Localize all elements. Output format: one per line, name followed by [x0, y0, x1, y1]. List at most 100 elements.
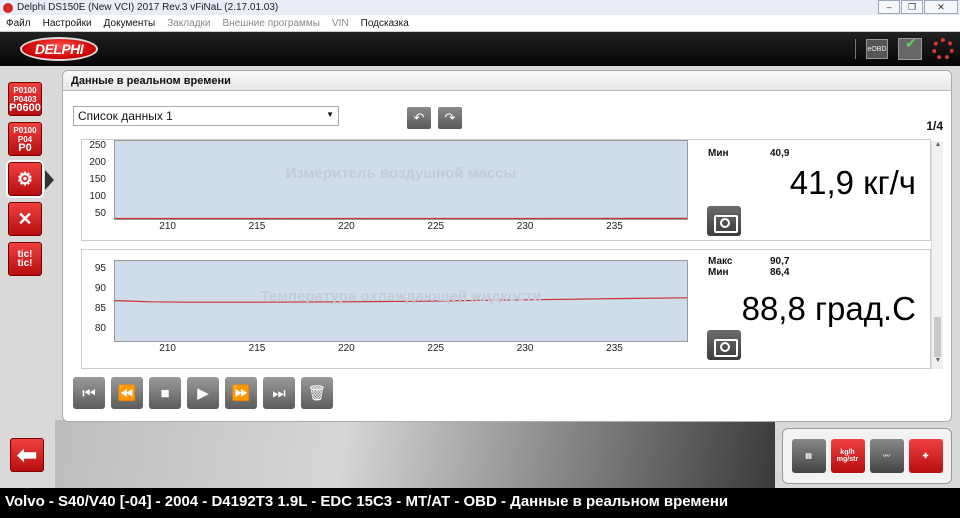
y-tick-label: 85	[94, 303, 106, 314]
gauge-stats: Макс 90,7 Мин 86,4	[708, 256, 789, 278]
tic-tic-label: tic! tic!	[17, 249, 33, 269]
graph-view-icon: 〰	[883, 453, 890, 460]
y-tick-label: 95	[94, 263, 106, 274]
skip-first-button[interactable]: ⏮	[73, 377, 105, 409]
y-tick-label: 200	[89, 156, 106, 168]
panel-tab[interactable]: Данные в реальном времени	[63, 71, 951, 91]
x-tick-label: 235	[606, 221, 623, 232]
minimize-button[interactable]: –	[878, 0, 900, 14]
page-indicator: 1/4	[926, 119, 943, 133]
delphi-logo: DELPHI	[20, 37, 98, 61]
x-tick-label: 230	[516, 343, 534, 354]
menu-help[interactable]: Подсказка	[355, 18, 415, 29]
add-data-button[interactable]: ✚	[908, 439, 943, 473]
gauge-scrollbar[interactable]: ▲ ▼	[931, 141, 943, 369]
scroll-up-icon[interactable]: ▲	[932, 141, 944, 153]
skip-last-button[interactable]: ⏭	[263, 377, 295, 409]
stop-icon: ■	[160, 384, 170, 402]
activity-spinner-icon	[932, 38, 954, 60]
eobd-icon[interactable]: eOBD	[866, 39, 888, 59]
gauge-stats: Мин 40,9	[708, 148, 789, 159]
app-header: DELPHI eOBD	[0, 32, 960, 66]
arrow-forward-icon: ↷	[444, 110, 456, 125]
computer-printer-icon: ▤	[805, 453, 812, 460]
camera-icon[interactable]	[707, 206, 741, 236]
menu-documents[interactable]: Документы	[98, 18, 162, 29]
scroll-down-icon[interactable]: ▼	[932, 357, 944, 369]
menu-bookmarks[interactable]: Закладки	[161, 18, 216, 29]
stop-button[interactable]: ■	[149, 377, 181, 409]
left-toolbar: P0100 P0403 P0600 P0100 P04 P0 ⚙ ✕ tic! …	[6, 82, 48, 282]
print-button[interactable]: ▤	[791, 439, 826, 473]
x-tick-label: 235	[606, 343, 623, 354]
realtime-data-button[interactable]: ⚙	[6, 160, 44, 198]
x-tick-label: 220	[338, 343, 355, 354]
menu-external-programs[interactable]: Внешние программы	[216, 18, 325, 29]
dtc-codes-button[interactable]: P0100 P0403 P0600	[8, 82, 42, 116]
gauge-title: Температура охлаждающей жидкости	[260, 288, 542, 305]
max-label: Макс	[708, 256, 733, 267]
status-bar: Volvo - S40/V40 [-04] - 2004 - D4192T3 1…	[0, 488, 960, 518]
scroll-thumb[interactable]	[934, 317, 941, 357]
header-divider	[855, 39, 856, 59]
background-swoosh	[55, 420, 775, 488]
menu-settings[interactable]: Настройки	[37, 18, 98, 29]
min-value: 40,9	[770, 148, 790, 159]
graph-view-button[interactable]: 〰	[869, 439, 904, 473]
vci-connected-icon[interactable]	[898, 35, 922, 60]
plot-area: Температура охлаждающей жидкости	[114, 260, 688, 342]
current-value: 88,8 град.С	[741, 290, 916, 327]
arrow-left-icon: ⬅	[16, 441, 38, 469]
play-button[interactable]: ▶	[187, 377, 219, 409]
x-tick-label: 210	[159, 343, 176, 354]
data-units-icon: kg/h mg/str	[836, 449, 859, 463]
min-label: Мин	[708, 148, 729, 159]
data-list-select[interactable]: Список данных 1 ▼	[73, 106, 339, 126]
camera-icon[interactable]	[707, 330, 741, 360]
fast-forward-button[interactable]: ⏩	[225, 377, 257, 409]
x-tick-label: 210	[159, 221, 176, 232]
playback-controls: ⏮ ⏪ ■ ▶ ⏩ ⏭ 🗑	[73, 377, 333, 409]
back-button[interactable]: ⬅	[10, 438, 44, 472]
previous-list-button[interactable]: ↶	[407, 107, 431, 129]
wrench-screwdriver-icon: ✕	[17, 208, 33, 229]
y-tick-label: 150	[89, 173, 106, 185]
gauge-list: Измеритель воздушной массы Мин 40,9 41,9 …	[81, 139, 943, 369]
engine-gauge-icon: ⚙	[16, 168, 34, 189]
x-tick-label: 225	[427, 343, 445, 354]
tic-tic-button[interactable]: tic! tic!	[8, 242, 42, 276]
y-tick-label: 50	[94, 207, 106, 219]
data-units-button[interactable]: kg/h mg/str	[830, 439, 865, 473]
app-icon	[3, 2, 13, 13]
delete-button[interactable]: 🗑	[301, 377, 333, 409]
rewind-icon: ⏪	[117, 385, 137, 402]
x-tick-label: 225	[427, 221, 445, 232]
fast-forward-icon: ⏩	[231, 385, 251, 402]
close-button[interactable]: ✕	[924, 0, 958, 14]
maximize-button[interactable]: ❐	[901, 0, 923, 14]
plot-area: Измеритель воздушной массы	[114, 140, 688, 220]
add-data-icon: ✚	[922, 453, 929, 460]
max-value: 90,7	[770, 256, 790, 267]
bottom-tools: ▤ kg/h mg/str 〰 ✚	[782, 428, 952, 484]
x-tick-label: 215	[248, 221, 266, 232]
dtc-erase-button[interactable]: P0100 P04 P0	[8, 122, 42, 156]
rewind-button[interactable]: ⏪	[111, 377, 143, 409]
next-list-button[interactable]: ↷	[438, 107, 462, 129]
current-value: 41,9 кг/ч	[789, 164, 916, 201]
window-title: Delphi DS150E (New VCI) 2017 Rev.3 vFiNa…	[17, 2, 279, 13]
dtc-codes-icon: P0100 P0403 P0600	[9, 85, 41, 114]
gauge-title: Измеритель воздушной массы	[285, 165, 517, 182]
y-tick-label: 250	[89, 139, 106, 151]
delete-icon: 🗑	[307, 385, 327, 402]
y-tick-label: 80	[94, 323, 106, 334]
menu-file[interactable]: Файл	[0, 18, 37, 29]
dtc-erase-icon: P0100 P04 P0	[13, 125, 37, 154]
tools-button[interactable]: ✕	[8, 202, 42, 236]
data-list-value: Список данных 1	[78, 109, 173, 123]
menu-vin[interactable]: VIN	[326, 18, 355, 29]
arrow-back-icon: ↶	[413, 110, 425, 125]
realtime-data-panel: Данные в реальном времени Список данных …	[62, 70, 952, 422]
menu-bar: Файл Настройки Документы Закладки Внешни…	[0, 15, 960, 32]
chevron-down-icon: ▼	[326, 110, 334, 119]
